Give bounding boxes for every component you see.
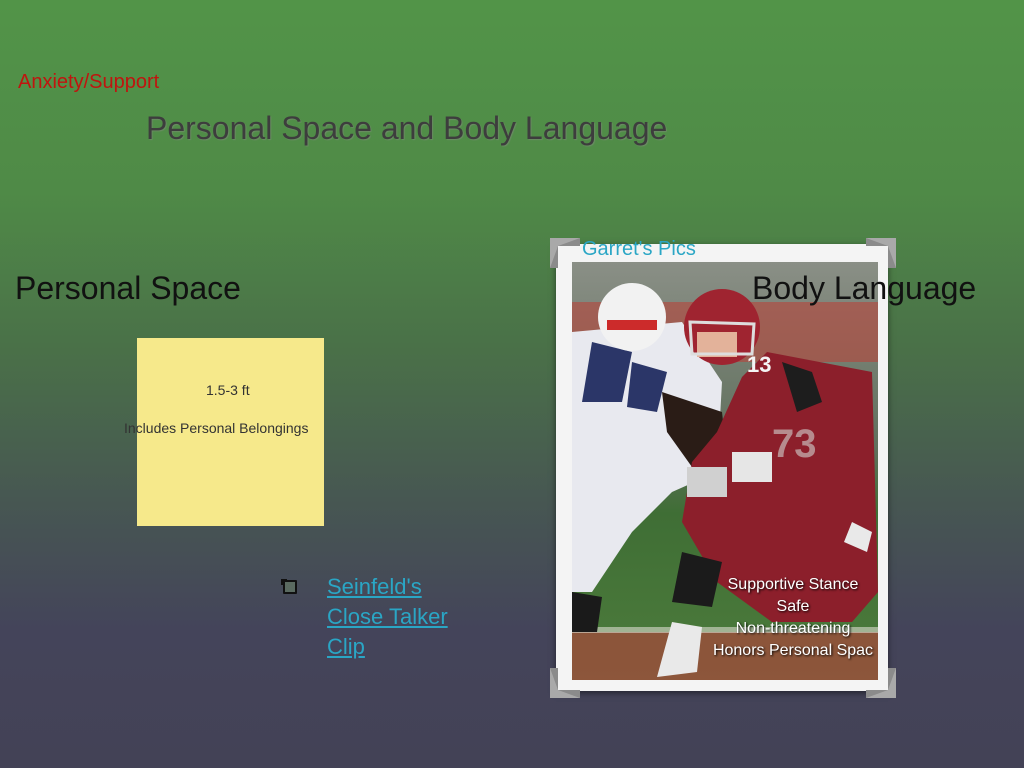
link-line-2: Close Talker (327, 604, 448, 629)
frame-corner-bottom-left (550, 668, 580, 698)
page-title: Personal Space and Body Language (146, 110, 668, 146)
caption-line-1: Supportive Stance (727, 576, 859, 593)
note-distance-text: 1.5-3 ft (206, 382, 250, 398)
frame-corner-top-right (866, 238, 896, 268)
film-clip-icon (281, 579, 297, 594)
body-language-heading: Body Language (752, 270, 977, 306)
frame-corner-top-left (550, 238, 580, 268)
caption-line-2: Safe (776, 598, 810, 615)
garrets-pics-link[interactable]: Garret's Pics (582, 238, 696, 261)
link-line-3: Clip (327, 634, 365, 659)
link-line-1: Seinfeld's (327, 574, 422, 599)
caption-line-4: Honors Personal Spac (712, 642, 874, 659)
photo-caption: Supportive Stance Safe Non-threatening H… (693, 574, 893, 662)
breadcrumb: Anxiety/Support (18, 71, 160, 93)
seinfeld-clip-link[interactable]: Seinfeld's Close Talker Clip (327, 572, 487, 662)
caption-line-3: Non-threatening (735, 620, 851, 637)
svg-text:73: 73 (772, 422, 817, 466)
personal-space-heading: Personal Space (15, 270, 241, 306)
svg-text:13: 13 (747, 352, 771, 377)
frame-corner-bottom-right (866, 668, 896, 698)
note-belongings-text: Includes Personal Belongings (124, 420, 309, 436)
